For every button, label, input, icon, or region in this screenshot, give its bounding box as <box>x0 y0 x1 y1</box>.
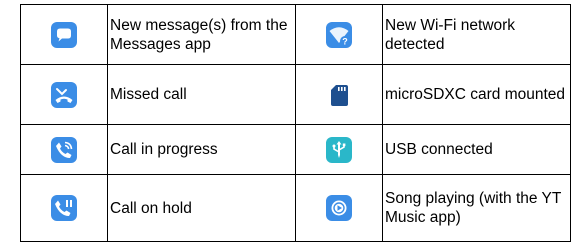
icon-cell <box>20 4 108 65</box>
table-row: Missed call microSDXC card mounted <box>20 64 571 125</box>
icon-cell <box>20 64 108 125</box>
icon-cell <box>295 124 383 175</box>
missed-call-icon <box>51 81 77 108</box>
table-row: Call on hold Song playing (with the YT M… <box>20 174 571 242</box>
table-row: Call in progress USB connected <box>20 124 571 175</box>
wifi-new-network-icon: ? <box>326 21 352 48</box>
icon-cell <box>20 174 108 242</box>
icon-cell <box>295 64 383 125</box>
call-in-progress-icon <box>51 136 77 163</box>
table-cell-description: Missed call <box>107 64 296 125</box>
svg-text:?: ? <box>342 36 348 46</box>
table-cell-description: Song playing (with the YT Music app) <box>382 174 571 242</box>
usb-icon <box>326 136 352 163</box>
table-cell-description: New message(s) from the Messages app <box>107 4 296 65</box>
table-cell-description: microSDXC card mounted <box>382 64 571 125</box>
icon-cell <box>295 174 383 242</box>
icon-cell: ? <box>295 4 383 65</box>
table-cell-description: Call in progress <box>107 124 296 175</box>
call-on-hold-icon <box>51 195 77 221</box>
table-row: New message(s) from the Messages app ? N… <box>20 4 571 65</box>
icon-cell <box>20 124 108 175</box>
music-play-icon <box>326 195 352 221</box>
notification-icons-table: New message(s) from the Messages app ? N… <box>20 4 571 242</box>
table-cell-description: New Wi-Fi network detected <box>382 4 571 65</box>
table-cell-description: USB connected <box>382 124 571 175</box>
sd-card-icon <box>326 82 352 108</box>
table-cell-description: Call on hold <box>107 174 296 242</box>
message-bubble-icon <box>51 21 77 48</box>
